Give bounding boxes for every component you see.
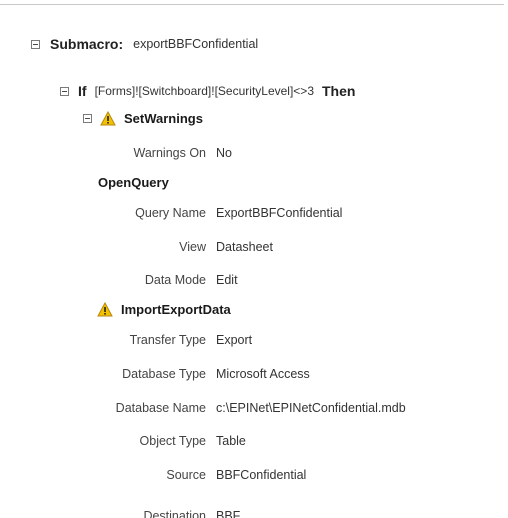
argument-row[interactable]: Database Type Microsoft Access bbox=[0, 364, 500, 384]
argument-row[interactable]: Source BBFConfidential bbox=[0, 465, 500, 485]
argument-value[interactable]: Microsoft Access bbox=[216, 367, 310, 381]
argument-row[interactable]: Database Name c:\EPINet\EPINetConfidenti… bbox=[0, 398, 500, 418]
argument-label: Source bbox=[166, 468, 206, 482]
argument-value[interactable]: BBF bbox=[216, 506, 240, 518]
if-condition[interactable]: [Forms]![Switchboard]![SecurityLevel]<>3 bbox=[95, 84, 314, 98]
argument-label: Query Name bbox=[135, 206, 206, 220]
action-name: ImportExportData bbox=[121, 301, 231, 317]
argument-row[interactable]: View Datasheet bbox=[0, 237, 500, 257]
collapse-action-icon[interactable] bbox=[83, 113, 92, 123]
action-setwarnings[interactable]: SetWarnings bbox=[83, 108, 203, 128]
submacro-row[interactable]: Submacro: exportBBFConfidential bbox=[31, 34, 258, 54]
argument-value[interactable]: BBFConfidential bbox=[216, 468, 306, 482]
argument-value[interactable]: Datasheet bbox=[216, 240, 273, 254]
argument-row[interactable]: Transfer Type Export bbox=[0, 330, 500, 350]
argument-value[interactable]: c:\EPINet\EPINetConfidential.mdb bbox=[216, 401, 406, 415]
action-importexportdata[interactable]: ImportExportData bbox=[97, 299, 231, 319]
action-name: SetWarnings bbox=[124, 110, 203, 126]
argument-value[interactable]: No bbox=[216, 146, 232, 160]
warning-icon bbox=[97, 301, 113, 316]
if-row[interactable]: If [Forms]![Switchboard]![SecurityLevel]… bbox=[60, 81, 355, 101]
collapse-submacro-icon[interactable] bbox=[31, 39, 40, 49]
argument-label: Database Type bbox=[122, 367, 206, 381]
top-divider bbox=[0, 4, 504, 5]
argument-label: Warnings On bbox=[133, 146, 206, 160]
argument-label: Database Name bbox=[115, 401, 206, 415]
argument-row[interactable]: Query Name ExportBBFConfidential bbox=[0, 203, 500, 223]
action-name: OpenQuery bbox=[98, 174, 169, 190]
argument-label: Transfer Type bbox=[129, 333, 206, 347]
argument-value[interactable]: Edit bbox=[216, 273, 238, 287]
argument-row[interactable]: Object Type Table bbox=[0, 431, 500, 451]
argument-label: View bbox=[179, 240, 206, 254]
argument-row[interactable]: Data Mode Edit bbox=[0, 270, 500, 290]
submacro-keyword: Submacro: bbox=[50, 36, 124, 52]
argument-row[interactable]: Warnings On No bbox=[0, 143, 500, 163]
argument-label: Object Type bbox=[139, 434, 206, 448]
argument-label: Destination bbox=[143, 509, 206, 518]
then-keyword: Then bbox=[322, 83, 356, 99]
argument-label: Data Mode bbox=[144, 273, 206, 287]
collapse-if-icon[interactable] bbox=[60, 86, 69, 96]
action-openquery[interactable]: OpenQuery bbox=[98, 172, 169, 192]
argument-value[interactable]: Export bbox=[216, 333, 252, 347]
argument-value[interactable]: Table bbox=[216, 434, 246, 448]
if-keyword: If bbox=[78, 83, 87, 99]
argument-row[interactable]: Destination BBF bbox=[0, 506, 500, 518]
warning-icon bbox=[100, 110, 116, 125]
argument-value[interactable]: ExportBBFConfidential bbox=[216, 206, 342, 220]
submacro-name[interactable]: exportBBFConfidential bbox=[133, 37, 258, 51]
